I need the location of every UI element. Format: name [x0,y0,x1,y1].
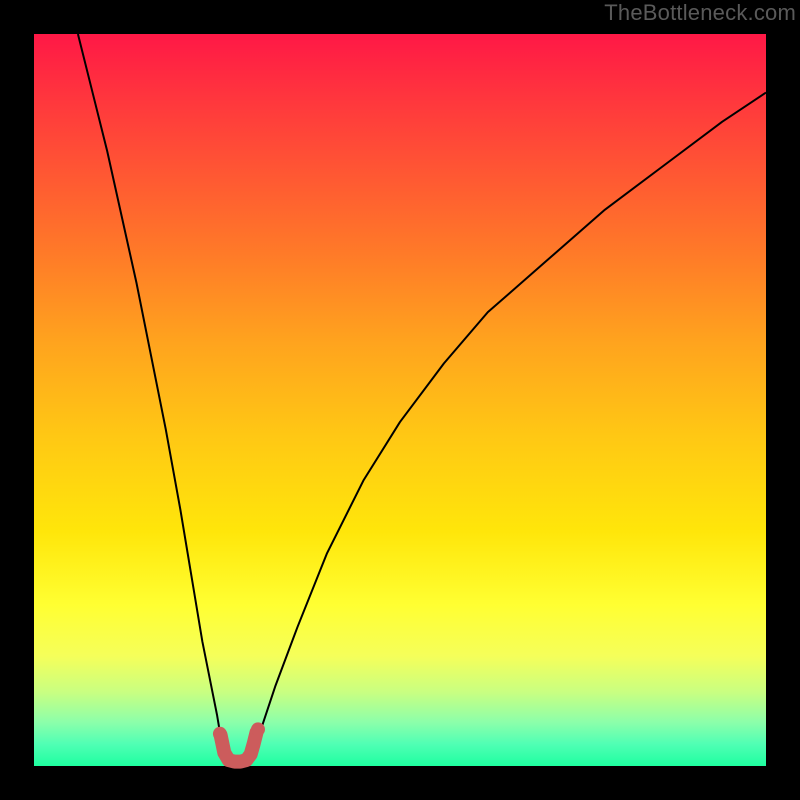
series-left-branch [78,34,224,751]
series-group [78,34,766,762]
chart-frame: TheBottleneck.com [0,0,800,800]
chart-svg [34,34,766,766]
point-optimal-cap-left [213,727,227,741]
series-right-branch [254,93,766,752]
chart-plot-area [34,34,766,766]
watermark-text: TheBottleneck.com [604,0,796,26]
point-optimal-cap-right [251,722,265,736]
